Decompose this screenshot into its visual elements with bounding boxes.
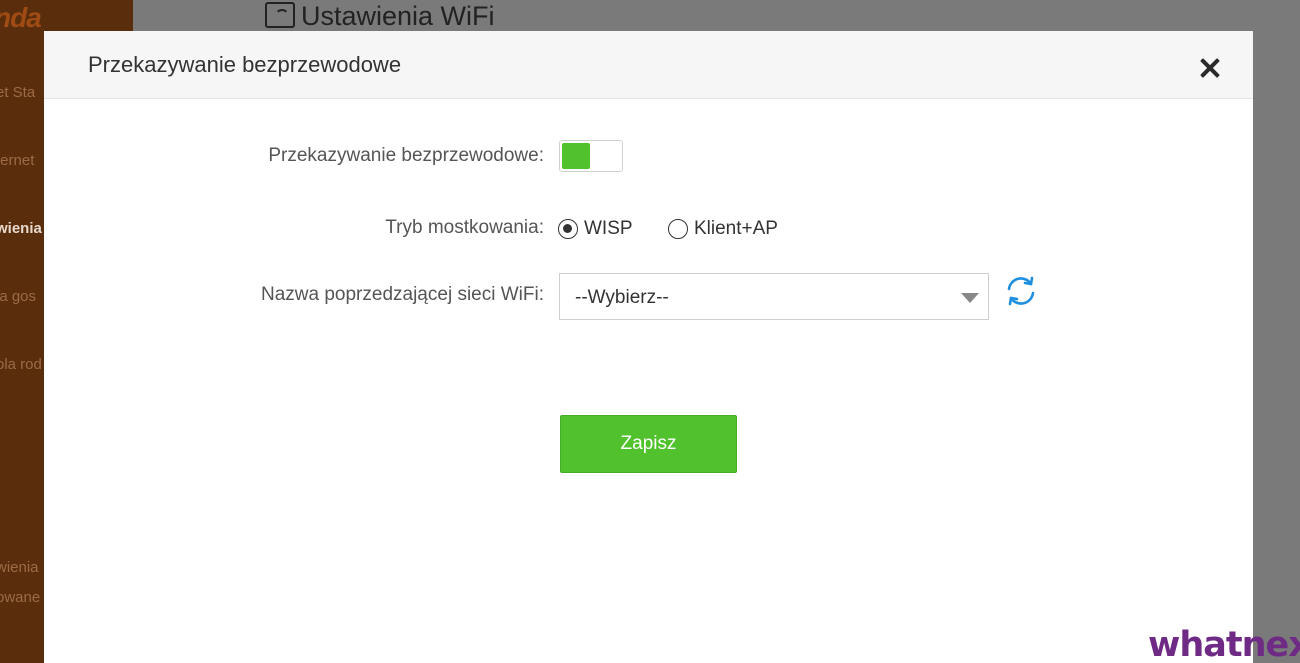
upstream-ssid-select[interactable]: --Wybierz-- — [559, 273, 989, 320]
sidebar-item-advanced-2[interactable]: owane — [0, 589, 40, 606]
dialog-header: Przekazywanie bezprzewodowe — [44, 31, 1253, 99]
save-button[interactable]: Zapisz — [560, 415, 737, 473]
sidebar-item-guest[interactable]: la gos — [0, 288, 36, 305]
radio-wisp[interactable]: WISP — [558, 218, 633, 240]
radio-wisp-label: WISP — [584, 218, 633, 239]
page-title-text: Ustawienia WiFi — [301, 0, 495, 31]
sidebar-item-internet[interactable]: ternet — [0, 152, 34, 169]
radio-checked-icon — [558, 219, 578, 239]
brand-logo: nda — [0, 2, 42, 33]
chevron-down-icon — [961, 293, 979, 303]
radio-unchecked-icon — [668, 219, 688, 239]
page-title: Ustawienia WiFi — [265, 0, 495, 32]
radio-client-ap[interactable]: Klient+AP — [668, 218, 778, 240]
wifi-settings-icon — [265, 2, 295, 28]
sidebar-item-wifi-settings[interactable]: wienia — [0, 220, 42, 237]
radio-client-ap-label: Klient+AP — [694, 218, 778, 239]
sidebar-item-advanced[interactable]: wienia — [0, 559, 39, 576]
sidebar-item-parental[interactable]: ola rod — [0, 356, 42, 373]
close-icon[interactable] — [1199, 57, 1221, 79]
wireless-relay-dialog: Przekazywanie bezprzewodowe Przekazywani… — [44, 31, 1253, 663]
refresh-icon[interactable] — [1004, 274, 1038, 308]
sidebar-item-status[interactable]: et Sta — [0, 84, 35, 101]
bridge-mode-label: Tryb mostkowania: — [385, 217, 544, 238]
toggle-knob — [562, 143, 590, 169]
watermark: whatnext — [1148, 625, 1300, 663]
upstream-ssid-label: Nazwa poprzedzającej sieci WiFi: — [261, 284, 544, 305]
dialog-title: Przekazywanie bezprzewodowe — [88, 52, 402, 77]
relay-toggle-switch[interactable] — [559, 140, 623, 172]
relay-toggle-label: Przekazywanie bezprzewodowe: — [268, 145, 544, 166]
select-value: --Wybierz-- — [575, 287, 669, 308]
